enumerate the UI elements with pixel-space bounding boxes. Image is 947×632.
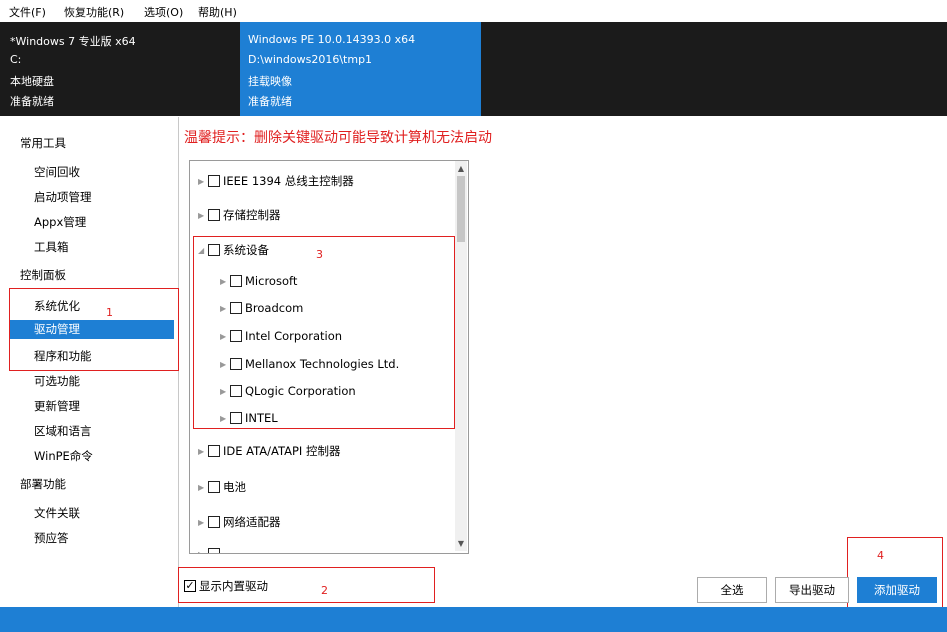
- status-bar: [0, 607, 947, 632]
- sidebar-item-toolbox[interactable]: 工具箱: [34, 239, 69, 255]
- tree-item-battery[interactable]: ▶ 电池: [198, 478, 246, 496]
- annotation-box-3: [193, 236, 455, 429]
- sidebar-category-control: 控制面板: [20, 268, 66, 282]
- sidebar-item-optional-features[interactable]: 可选功能: [34, 373, 80, 389]
- source-type: 本地硬盘: [10, 75, 54, 88]
- checkbox[interactable]: [208, 548, 220, 553]
- tree-item-label: IEEE 1394 总线主控制器: [223, 174, 354, 188]
- expand-arrow-icon[interactable]: ▶: [198, 211, 208, 220]
- expand-arrow-icon[interactable]: ▶: [198, 518, 208, 527]
- tree-item-storage[interactable]: ▶ 存储控制器: [198, 206, 281, 224]
- sidebar-category-tools: 常用工具: [20, 136, 66, 150]
- menu-help[interactable]: 帮助(H): [198, 4, 237, 20]
- checkbox[interactable]: [208, 445, 220, 457]
- export-drivers-button[interactable]: 导出驱动: [775, 577, 849, 603]
- add-driver-button[interactable]: 添加驱动: [857, 577, 937, 603]
- tree-item-label: 网络适配器: [223, 515, 281, 529]
- checkbox[interactable]: [208, 175, 220, 187]
- show-builtin-label: 显示内置驱动: [199, 579, 268, 593]
- annotation-label-2: 2: [321, 584, 328, 597]
- annotation-box-1: [9, 288, 179, 371]
- checkbox[interactable]: [208, 516, 220, 528]
- tree-item-ide-ata[interactable]: ▶ IDE ATA/ATAPI 控制器: [198, 442, 340, 460]
- show-builtin-drivers-checkbox[interactable]: ✓ 显示内置驱动: [184, 578, 268, 594]
- source-os-name: *Windows 7 专业版 x64: [10, 35, 136, 48]
- warning-message: 温馨提示：删除关键驱动可能导致计算机无法启动: [184, 130, 492, 146]
- tree-item-partial[interactable]: ▶: [198, 545, 223, 554]
- scroll-down-icon[interactable]: ▼: [455, 537, 467, 551]
- annotation-label-3: 3: [316, 248, 323, 261]
- header-empty-area: [481, 22, 947, 116]
- sidebar-item-space-reclaim[interactable]: 空间回收: [34, 164, 80, 180]
- select-all-button[interactable]: 全选: [697, 577, 767, 603]
- target-os-name: Windows PE 10.0.14393.0 x64: [248, 33, 416, 46]
- sidebar-item-region-language[interactable]: 区域和语言: [34, 423, 92, 439]
- menu-options[interactable]: 选项(O): [144, 4, 183, 20]
- tree-item-ieee1394[interactable]: ▶ IEEE 1394 总线主控制器: [198, 172, 354, 190]
- menu-bar: 文件(F) 恢复功能(R) 选项(O) 帮助(H): [0, 0, 947, 22]
- annotation-label-1: 1: [106, 306, 113, 319]
- scrollbar-thumb[interactable]: [457, 176, 465, 242]
- scroll-up-icon[interactable]: ▲: [455, 162, 467, 176]
- checkbox-checked[interactable]: ✓: [184, 580, 196, 592]
- tree-item-label: IDE ATA/ATAPI 控制器: [223, 444, 341, 458]
- source-image-panel[interactable]: *Windows 7 专业版 x64 C: 本地硬盘 准备就绪: [0, 22, 240, 116]
- sidebar-item-startup[interactable]: 启动项管理: [34, 189, 92, 205]
- target-path: D:\windows2016\tmp1: [248, 53, 373, 66]
- sidebar-category-deploy: 部署功能: [20, 477, 66, 491]
- expand-arrow-icon[interactable]: ▶: [198, 177, 208, 186]
- menu-file[interactable]: 文件(F): [9, 4, 46, 20]
- menu-restore[interactable]: 恢复功能(R): [64, 4, 124, 20]
- target-type: 挂载映像: [248, 75, 292, 88]
- sidebar-item-answer-file[interactable]: 预应答: [34, 530, 69, 546]
- checkbox[interactable]: [208, 481, 220, 493]
- target-status: 准备就绪: [248, 95, 292, 108]
- sidebar-item-winpe-command[interactable]: WinPE命令: [34, 448, 93, 464]
- checkbox[interactable]: [208, 209, 220, 221]
- annotation-label-4: 4: [877, 549, 884, 562]
- expand-arrow-icon[interactable]: ▶: [198, 447, 208, 456]
- source-drive: C:: [10, 53, 22, 66]
- target-image-panel[interactable]: Windows PE 10.0.14393.0 x64 D:\windows20…: [240, 22, 481, 116]
- sidebar-item-updates[interactable]: 更新管理: [34, 398, 80, 414]
- tree-item-label: 存储控制器: [223, 208, 281, 222]
- source-status: 准备就绪: [10, 95, 54, 108]
- expand-arrow-icon[interactable]: ▶: [198, 550, 208, 554]
- tree-item-label: 电池: [223, 480, 246, 494]
- expand-arrow-icon[interactable]: ▶: [198, 483, 208, 492]
- tree-item-network[interactable]: ▶ 网络适配器: [198, 513, 281, 531]
- sidebar-item-appx[interactable]: Appx管理: [34, 214, 86, 230]
- sidebar-item-file-assoc[interactable]: 文件关联: [34, 505, 80, 521]
